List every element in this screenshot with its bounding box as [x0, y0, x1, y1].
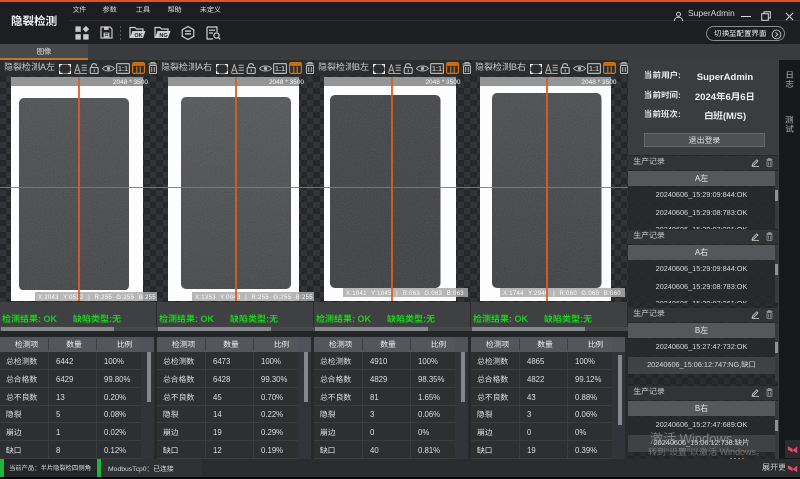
svg-text:1:1: 1:1: [589, 66, 599, 73]
svg-text:1:1: 1:1: [118, 66, 128, 73]
svg-text:NG: NG: [159, 33, 167, 39]
svg-text:1:1: 1:1: [275, 66, 285, 73]
svg-text:1:1: 1:1: [432, 66, 442, 73]
svg-text:OK: OK: [134, 33, 142, 39]
